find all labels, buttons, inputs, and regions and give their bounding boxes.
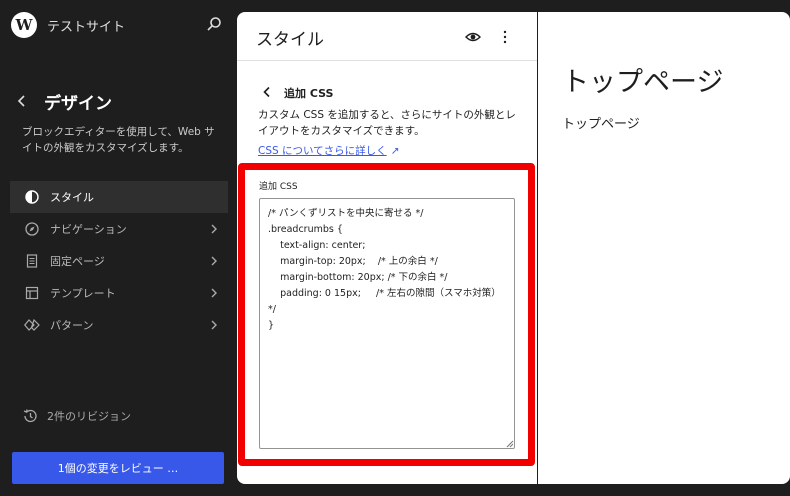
review-changes-button[interactable]: 1個の変更をレビュー … <box>12 452 224 484</box>
page-icon <box>24 253 40 269</box>
learn-more-link[interactable]: CSS についてさらに詳しく ↗ <box>258 143 400 158</box>
sidebar-nav: スタイル ナビゲーション 固定ページ テンプレート パターン <box>10 181 228 341</box>
chevron-right-icon <box>211 288 217 298</box>
revisions-label: 2件のリビジョン <box>47 410 131 423</box>
eye-icon[interactable] <box>465 30 481 44</box>
wordpress-logo-icon[interactable]: W <box>11 12 37 38</box>
layout-icon <box>24 285 40 301</box>
section-description: カスタム CSS を追加すると、さらにサイトの外観とレイアウトをカスタマイズでき… <box>258 109 516 137</box>
external-link-icon: ↗ <box>390 145 400 157</box>
sidebar-item-label: スタイル <box>50 191 94 204</box>
sidebar-item-templates[interactable]: テンプレート <box>10 277 228 309</box>
preview-canvas[interactable]: トップページ トップページ <box>538 12 790 484</box>
back-chevron-icon[interactable] <box>16 94 28 108</box>
more-vertical-icon[interactable] <box>500 29 510 45</box>
revisions-link[interactable]: 2件のリビジョン <box>22 408 131 424</box>
sidebar-item-label: 固定ページ <box>50 255 105 268</box>
chevron-right-icon <box>211 320 217 330</box>
chevron-right-icon <box>211 256 217 266</box>
sidebar-description: ブロックエディターを使用して、Web サイトの外観をカスタマイズします。 <box>22 126 215 154</box>
section-title: 追加 CSS <box>284 87 334 100</box>
css-field-label: 追加 CSS <box>259 182 298 192</box>
sidebar-item-styles[interactable]: スタイル <box>10 181 228 213</box>
search-icon[interactable] <box>206 16 222 32</box>
sidebar-item-label: テンプレート <box>50 287 116 300</box>
css-textarea[interactable]: /* パンくずリストを中央に寄せる */ .breadcrumbs { text… <box>259 198 515 449</box>
sidebar-item-patterns[interactable]: パターン <box>10 309 228 341</box>
panel-header: スタイル <box>237 12 537 61</box>
symbol-icon <box>24 317 40 333</box>
back-chevron-icon[interactable] <box>262 86 272 98</box>
sidebar-item-pages[interactable]: 固定ページ <box>10 245 228 277</box>
half-circle-icon <box>24 189 40 205</box>
page-content: トップページ <box>562 117 640 132</box>
site-title[interactable]: テストサイト <box>47 16 125 35</box>
sidebar: W テストサイト デザイン ブロックエディターを使用して、Web サイトの外観を… <box>0 0 237 496</box>
page-title: トップページ <box>562 67 724 98</box>
sidebar-item-label: ナビゲーション <box>50 223 127 236</box>
sidebar-item-navigation[interactable]: ナビゲーション <box>10 213 228 245</box>
compass-icon <box>24 221 40 237</box>
chevron-right-icon <box>211 224 217 234</box>
resize-handle-icon[interactable] <box>506 440 514 448</box>
sidebar-title: デザイン <box>44 94 112 114</box>
panel-title: スタイル <box>256 30 324 50</box>
sidebar-item-label: パターン <box>50 319 94 332</box>
backup-icon <box>23 409 37 423</box>
